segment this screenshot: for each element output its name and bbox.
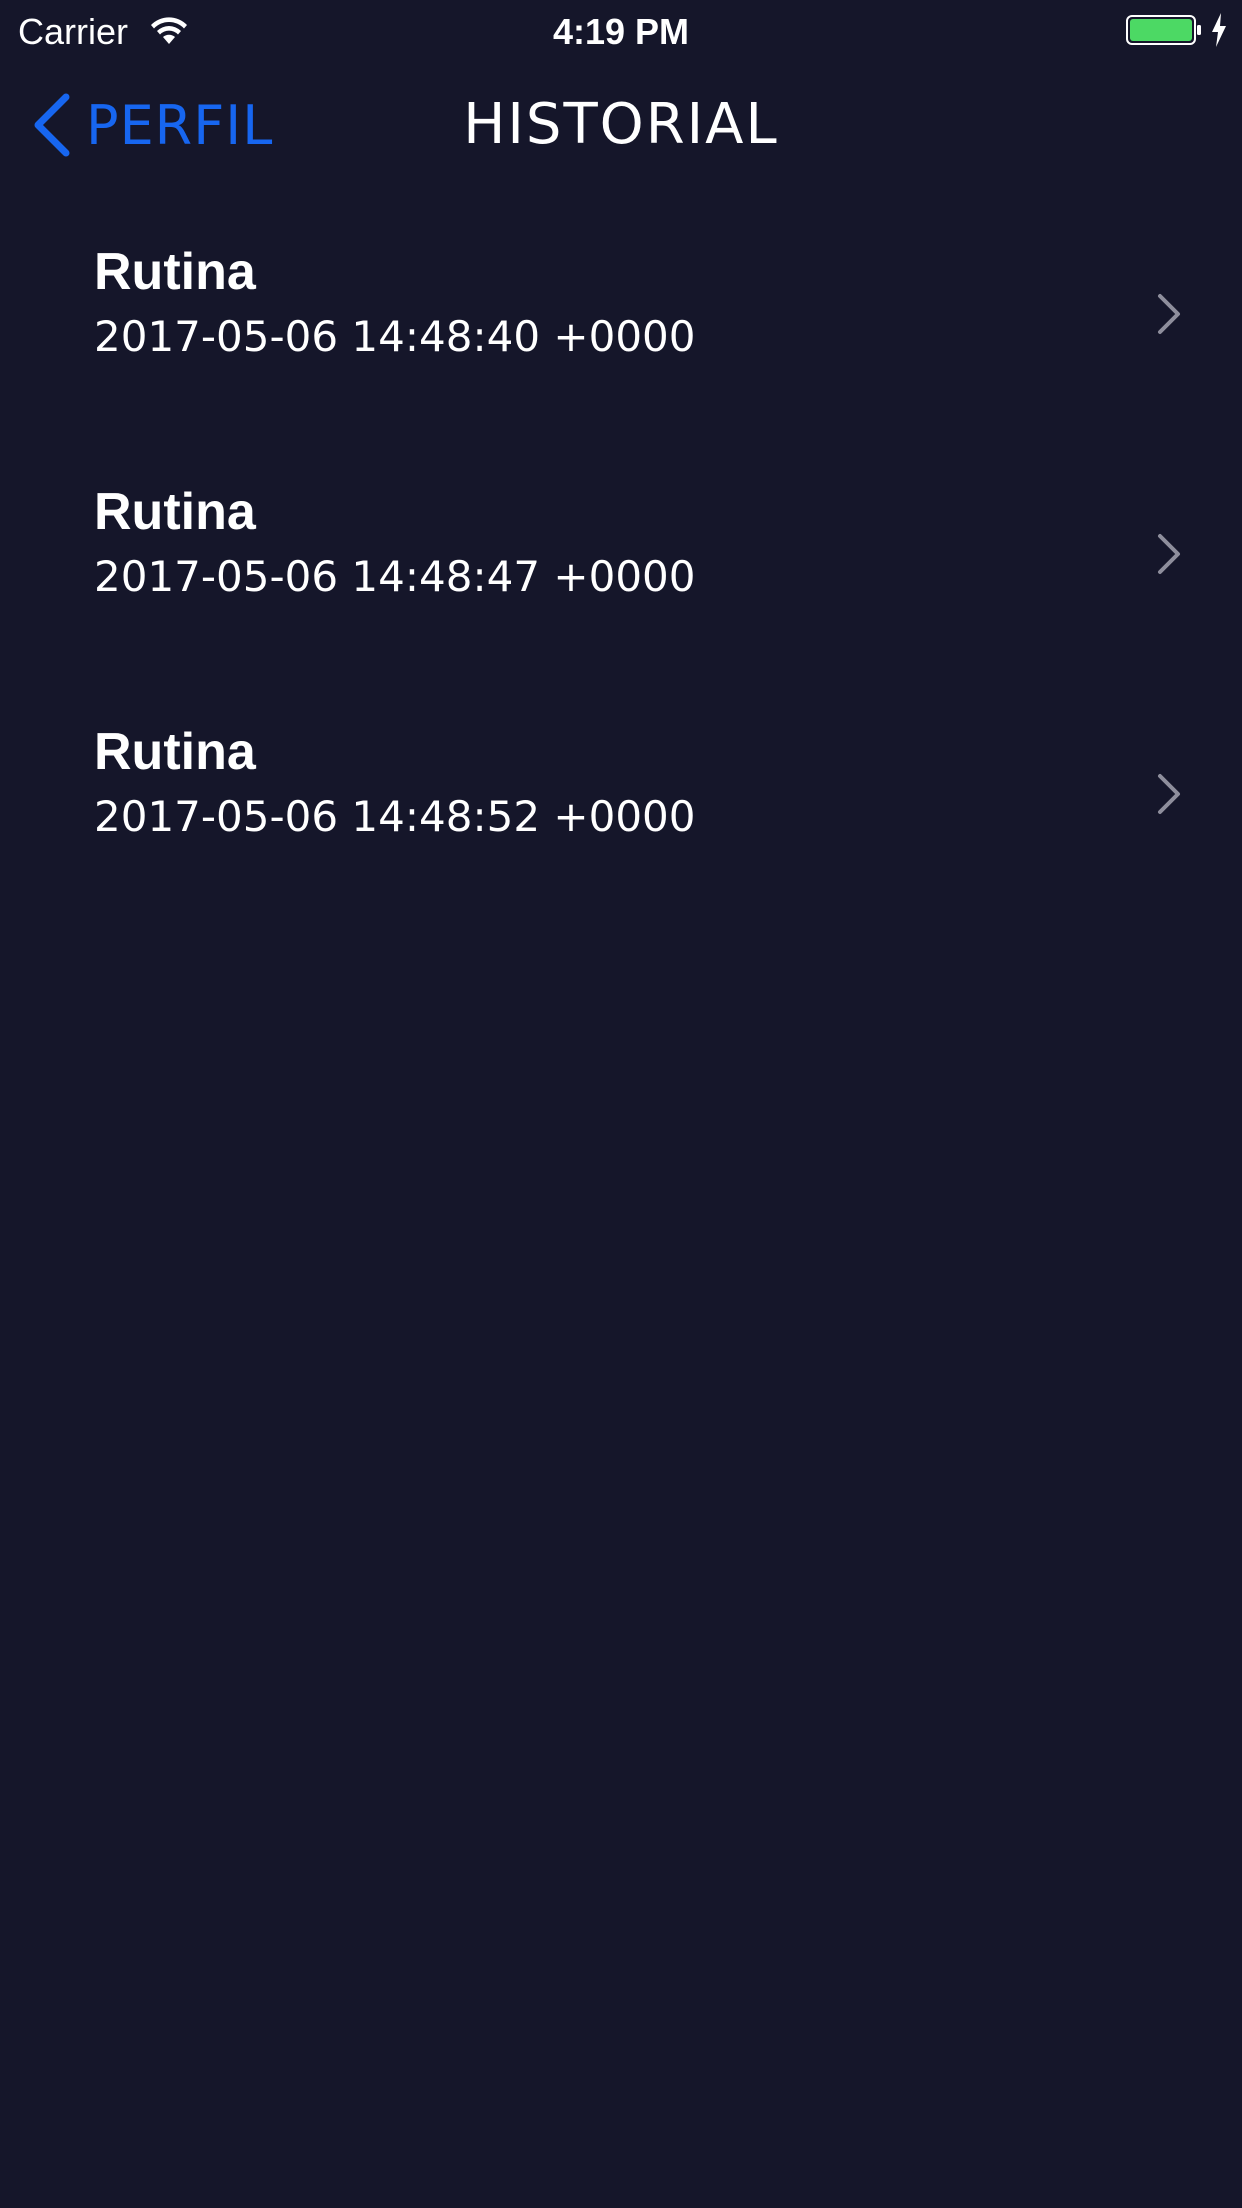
charging-bolt-icon xyxy=(1212,13,1226,47)
chevron-right-icon xyxy=(1158,534,1180,574)
history-item-title: Rutina xyxy=(94,723,256,781)
history-list-item[interactable]: Rutina 2017-05-06 14:48:40 +0000 xyxy=(0,192,1242,432)
chevron-right-icon xyxy=(1158,294,1180,334)
battery-icon xyxy=(1126,15,1201,45)
history-list-item[interactable]: Rutina 2017-05-06 14:48:47 +0000 xyxy=(0,432,1242,672)
navigation-bar: PERFIL HISTORIAL xyxy=(0,60,1242,190)
history-item-date: 2017-05-06 14:48:52 +0000 xyxy=(94,792,696,841)
history-item-title: Rutina xyxy=(94,483,256,541)
status-bar: Carrier 4:19 PM xyxy=(0,0,1242,60)
history-item-title: Rutina xyxy=(94,243,256,301)
history-screen: Carrier 4:19 PM PERFIL HISTORIAL Rutina xyxy=(0,0,1242,2208)
status-time: 4:19 PM xyxy=(552,11,690,52)
chevron-right-icon xyxy=(1158,774,1180,814)
history-item-date: 2017-05-06 14:48:40 +0000 xyxy=(94,312,696,361)
history-list-item[interactable]: Rutina 2017-05-06 14:48:52 +0000 xyxy=(0,672,1242,912)
history-list: Rutina 2017-05-06 14:48:40 +0000 Rutina … xyxy=(0,192,1242,912)
history-item-date: 2017-05-06 14:48:47 +0000 xyxy=(94,552,696,601)
page-title: HISTORIAL xyxy=(463,92,779,157)
